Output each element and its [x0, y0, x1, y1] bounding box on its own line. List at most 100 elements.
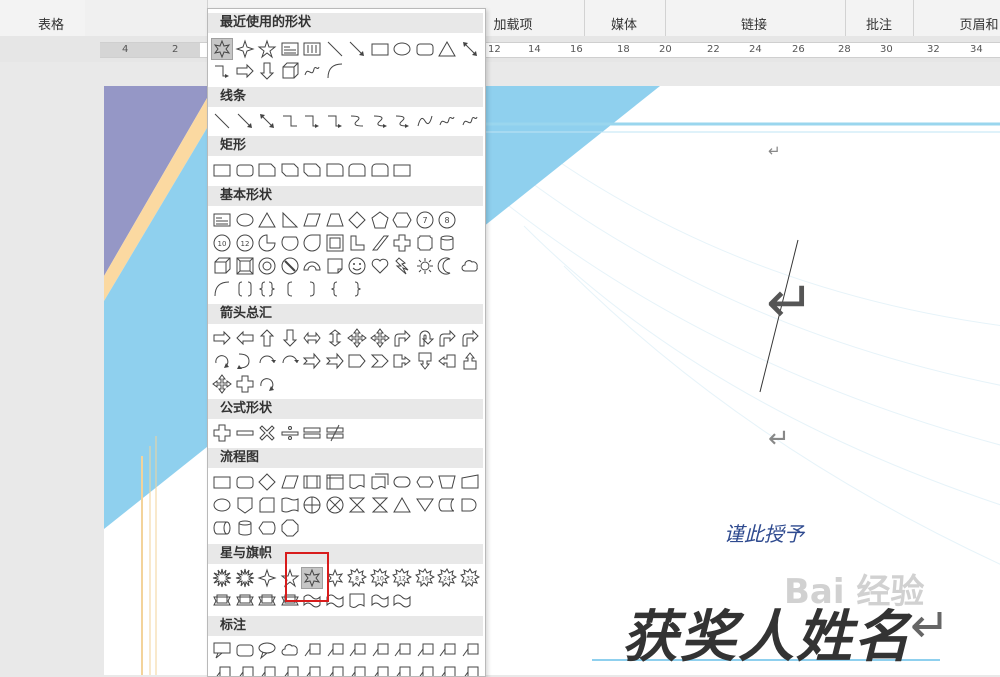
- shape-curve-icon[interactable]: [347, 111, 367, 131]
- shape-star6-icon[interactable]: [211, 38, 233, 60]
- shape-brace-icon[interactable]: [257, 279, 277, 299]
- shape-bentarrow-icon[interactable]: [460, 328, 480, 348]
- shape-ribbon-icon[interactable]: [235, 591, 255, 611]
- shape-diamond-icon[interactable]: [257, 472, 277, 492]
- shape-sbadge-12-icon[interactable]: 12: [392, 568, 412, 588]
- shape-quad-icon[interactable]: [347, 328, 367, 348]
- shape-diag-icon[interactable]: [370, 233, 390, 253]
- shape-rect-icon[interactable]: [392, 160, 412, 180]
- shape-pie-icon[interactable]: [257, 233, 277, 253]
- shape-bevel-icon[interactable]: [235, 256, 255, 276]
- shape-delay-icon[interactable]: [460, 495, 480, 515]
- shape-minus-icon[interactable]: [235, 423, 255, 443]
- ribbon-group-comments[interactable]: 批注: [845, 0, 914, 36]
- shape-subroutine-icon[interactable]: [302, 472, 322, 492]
- shape-display-icon[interactable]: [257, 518, 277, 538]
- shape-rect-icon[interactable]: [212, 160, 232, 180]
- shape-round2-icon[interactable]: [370, 160, 390, 180]
- shape-ribbon-icon[interactable]: [257, 591, 277, 611]
- shape-arrowlr-icon[interactable]: [257, 351, 277, 371]
- shape-line-icon[interactable]: [212, 111, 232, 131]
- shape-wave-icon[interactable]: [392, 591, 412, 611]
- shape-notequal-icon[interactable]: [325, 423, 345, 443]
- shape-plaque-icon[interactable]: [415, 233, 435, 253]
- shape-ovalcallout-icon[interactable]: [257, 640, 277, 660]
- shape-directaccess-icon[interactable]: [212, 518, 232, 538]
- shape-tri-icon[interactable]: [392, 495, 412, 515]
- shape-internal-icon[interactable]: [325, 472, 345, 492]
- shape-cross-icon[interactable]: [325, 495, 345, 515]
- shape-vtextbox-icon[interactable]: [302, 39, 322, 59]
- shape-linecallout-icon[interactable]: [460, 640, 480, 660]
- shape-cylinder-icon[interactable]: [235, 518, 255, 538]
- shape-snip2-icon[interactable]: [302, 160, 322, 180]
- shape-smiley-icon[interactable]: [347, 256, 367, 276]
- shape-rrect-icon[interactable]: [235, 160, 255, 180]
- shape-datashape-icon[interactable]: [460, 472, 480, 492]
- shape-rarrow-icon[interactable]: [235, 61, 255, 81]
- shape-rarrow-icon[interactable]: [212, 328, 232, 348]
- shape-lrarrow-icon[interactable]: [302, 328, 322, 348]
- shape-arrowlr-icon[interactable]: [280, 351, 300, 371]
- shape-linecallout-icon[interactable]: [347, 640, 367, 660]
- shape-uarrow-icon[interactable]: [257, 328, 277, 348]
- shapes-gallery[interactable]: 最近使用的形状 线条 矩形 基本形状 箭头总汇 公式形状 流程图 星与旗帜 标注…: [207, 8, 486, 677]
- shape-multidoc-icon[interactable]: [370, 472, 390, 492]
- award-text[interactable]: 谨此授予: [724, 518, 804, 547]
- shape-sumj-icon[interactable]: [302, 495, 322, 515]
- shape-arc-icon[interactable]: [325, 61, 345, 81]
- shape-scribble-icon[interactable]: [302, 61, 322, 81]
- shape-curvea-icon[interactable]: [392, 111, 412, 131]
- shape-collate-icon[interactable]: [347, 495, 367, 515]
- shape-donut-icon[interactable]: [257, 256, 277, 276]
- shape-arrowline-icon[interactable]: [347, 39, 367, 59]
- shape-line-icon[interactable]: [325, 39, 345, 59]
- shape-darr-icon[interactable]: [257, 61, 277, 81]
- shape-tri-icon[interactable]: [437, 39, 457, 59]
- shape-circarrow-icon[interactable]: [212, 351, 232, 371]
- shape-oval-icon[interactable]: [212, 495, 232, 515]
- shape-linecallout-icon[interactable]: [415, 640, 435, 660]
- shape-pentagon-icon[interactable]: [370, 210, 390, 230]
- shape-sbadge-16-icon[interactable]: 16: [414, 568, 435, 588]
- shape-linecallout-icon[interactable]: [370, 640, 390, 660]
- shape-ribbon-icon[interactable]: [212, 591, 232, 611]
- shape-doc-icon[interactable]: [347, 472, 367, 492]
- shape-star4-icon[interactable]: [257, 568, 277, 588]
- shape-notched-icon[interactable]: [325, 351, 345, 371]
- shape-diamond-icon[interactable]: [347, 210, 367, 230]
- shape-textbox-icon[interactable]: [280, 39, 300, 59]
- shape-plus-icon[interactable]: [392, 233, 412, 253]
- shape-bentarrow-icon[interactable]: [392, 328, 412, 348]
- shape-punched-icon[interactable]: [280, 495, 300, 515]
- shape-wave-icon[interactable]: [370, 591, 390, 611]
- ribbon-group-illustrations[interactable]: [85, 0, 208, 36]
- shape-divide-icon[interactable]: [280, 423, 300, 443]
- shape-merge-icon[interactable]: [415, 495, 435, 515]
- shape-heart-icon[interactable]: [370, 256, 390, 276]
- shape-hexagon-icon[interactable]: [392, 210, 412, 230]
- shape-prep-icon[interactable]: [415, 472, 435, 492]
- shape-plus-icon[interactable]: [212, 423, 232, 443]
- shape-curvea-icon[interactable]: [370, 111, 390, 131]
- shape-starburst-icon[interactable]: [235, 568, 255, 588]
- shape-callout-icon[interactable]: [212, 640, 232, 660]
- shape-quad-icon[interactable]: [212, 374, 232, 394]
- shape-doc-icon[interactable]: [347, 591, 367, 611]
- shape-rect-icon[interactable]: [212, 472, 232, 492]
- shape-curvedr-icon[interactable]: [235, 351, 255, 371]
- ribbon-group-links[interactable]: 链接: [665, 0, 846, 36]
- shape-star5-icon[interactable]: [257, 39, 277, 59]
- shape-darrow-icon[interactable]: [460, 39, 480, 59]
- shape-linecallout-icon[interactable]: [302, 640, 322, 660]
- shape-offpage-icon[interactable]: [235, 495, 255, 515]
- shape-sbadge-8-icon[interactable]: 8: [347, 568, 367, 588]
- shape-callup-icon[interactable]: [460, 351, 480, 371]
- ribbon-group-media[interactable]: 媒体: [584, 0, 666, 36]
- ribbon-group-header-footer[interactable]: 页眉和: [913, 0, 1000, 36]
- shape-star4-icon[interactable]: [234, 39, 255, 59]
- shape-round2-icon[interactable]: [347, 160, 367, 180]
- shape-linecallout-icon[interactable]: [392, 640, 412, 660]
- shape-callleft-icon[interactable]: [437, 351, 457, 371]
- shape-arrowline-icon[interactable]: [235, 111, 255, 131]
